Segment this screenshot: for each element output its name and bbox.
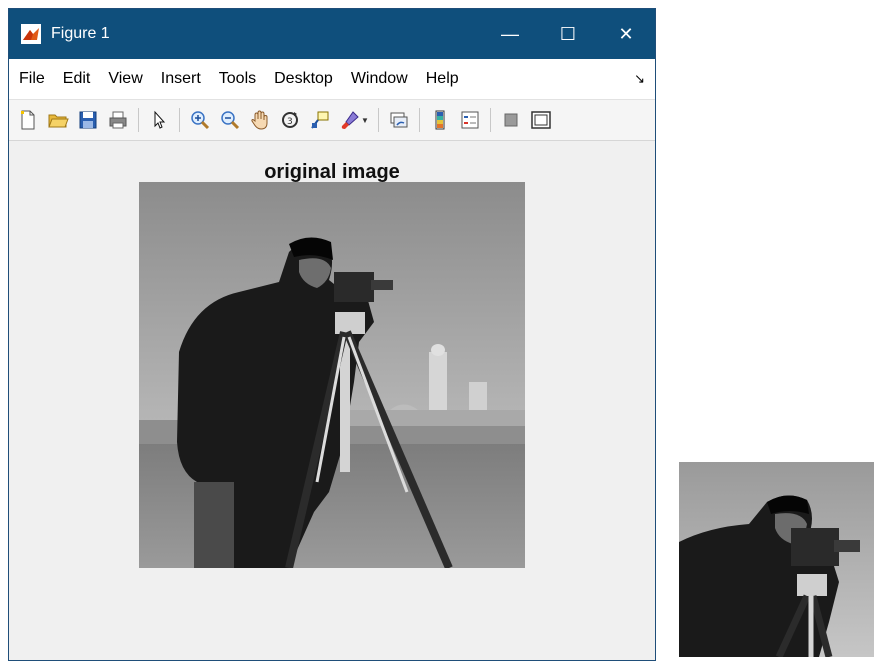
svg-text:3: 3 [287,117,293,127]
cameraman-image [139,182,525,568]
colorbar-icon[interactable] [425,105,455,135]
toolbar-separator [489,108,491,132]
toolbar-separator [138,108,139,132]
cameraman-crop-image [679,462,874,657]
toolbar-separator [377,108,379,132]
legend-icon[interactable] [455,105,485,135]
show-plot-tools-icon[interactable] [526,105,556,135]
menu-bar: File Edit View Insert Tools Desktop Wind… [9,59,655,99]
menu-help[interactable]: Help [417,70,468,88]
pointer-icon[interactable] [144,105,174,135]
menu-view[interactable]: View [99,70,151,88]
menu-insert[interactable]: Insert [152,70,210,88]
toolbar-separator [179,108,180,132]
menu-window[interactable]: Window [342,70,417,88]
window-title: Figure 1 [51,25,110,42]
menu-edit[interactable]: Edit [54,70,100,88]
dock-arrow-icon[interactable]: ↘ [634,71,645,87]
title-bar[interactable]: Figure 1 — ☐ ✕ [9,9,655,59]
minimize-button[interactable]: — [481,9,539,59]
open-file-icon[interactable] [43,105,73,135]
zoom-in-icon[interactable] [185,105,215,135]
rotate-3d-icon[interactable]: 3 [275,105,305,135]
figure-window: Figure 1 — ☐ ✕ File Edit View Insert Too… [8,8,656,661]
brush-dropdown-icon[interactable]: ▼ [361,116,369,125]
toolbar-separator [418,108,420,132]
pan-hand-icon[interactable] [245,105,275,135]
print-icon[interactable] [103,105,133,135]
menu-desktop[interactable]: Desktop [265,70,342,88]
matlab-logo-icon [21,24,41,44]
link-plot-icon[interactable] [384,105,414,135]
data-cursor-icon[interactable] [305,105,335,135]
maximize-button[interactable]: ☐ [539,9,597,59]
menu-tools[interactable]: Tools [210,70,265,88]
axes-title: original image [264,161,400,183]
save-icon[interactable] [73,105,103,135]
new-figure-icon[interactable] [13,105,43,135]
hide-plot-tools-icon[interactable] [496,105,526,135]
menu-file[interactable]: File [9,70,54,88]
close-button[interactable]: ✕ [597,9,655,59]
figure-toolbar: 3 ▼ [9,99,655,141]
zoom-out-icon[interactable] [215,105,245,135]
